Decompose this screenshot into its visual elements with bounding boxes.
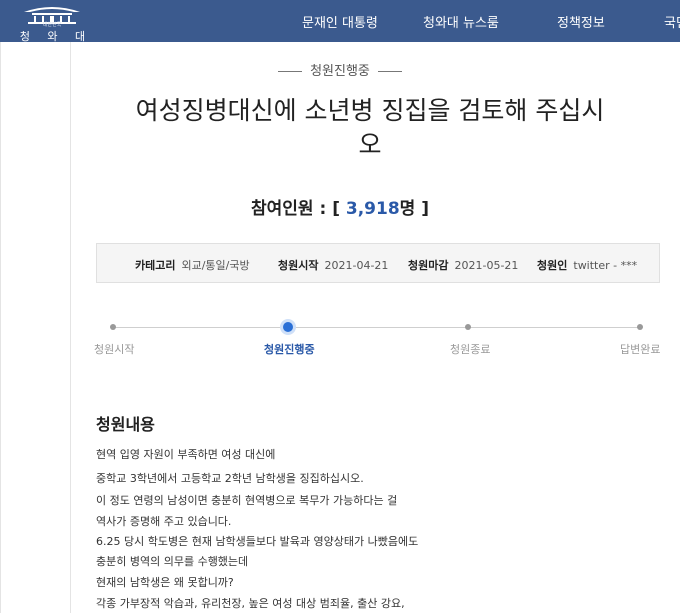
petition-title-line-1: 여성징병대신에 소년병 징집을 검토해 주십시 <box>135 96 605 125</box>
participant-count-value: 3,918 <box>345 199 400 219</box>
info-start-value: 2021-04-21 <box>324 259 389 272</box>
step-dot-answered <box>637 324 643 330</box>
petition-info-box: 카테고리 외교/통일/국방 청원시작 2021-04-21 청원마감 2021-05-… <box>96 243 660 283</box>
step-dot-ended <box>465 324 471 330</box>
info-author: 청원인 twitter - *** <box>537 257 637 273</box>
info-end-label: 청원마감 <box>408 259 449 272</box>
content-line: 충분히 병역의 의무를 수행했는데 <box>96 555 249 568</box>
logo-text: 청 와 대 <box>19 30 93 43</box>
logo[interactable]: 대한민국 청 와 대 <box>12 2 92 43</box>
info-end-value: 2021-05-21 <box>454 259 519 272</box>
nav-policy[interactable]: 정책정보 <box>557 12 605 31</box>
step-label-start: 청원시작 <box>94 343 135 356</box>
left-column-rule <box>0 42 1 613</box>
petition-status: 청원진행중 <box>0 60 680 79</box>
info-start: 청원시작 2021-04-21 <box>278 257 388 273</box>
info-category-label: 카테고리 <box>135 259 176 272</box>
petition-title-line-2: 오 <box>358 130 382 159</box>
step-label-answered: 답변완료 <box>620 343 661 356</box>
progress-track <box>113 327 641 328</box>
info-category-value: 외교/통일/국방 <box>181 259 250 272</box>
info-category: 카테고리 외교/통일/국방 <box>135 257 250 273</box>
logo-subtitle: 대한민국 <box>42 22 62 28</box>
step-label-ended: 청원종료 <box>450 343 491 356</box>
top-nav-bar: 대한민국 청 와 대 문재인 대통령 청와대 뉴스룸 정책정보 국민 <box>0 0 680 43</box>
content-line: 중학교 3학년에서 고등학교 2학년 남학생을 징집하십시오. <box>96 472 364 485</box>
info-author-label: 청원인 <box>537 259 568 272</box>
content-line: 이 정도 연령의 남성이면 충분히 현역병으로 복무가 가능하다는 걸 <box>96 494 398 507</box>
nav-people[interactable]: 국민 <box>664 12 680 31</box>
content-heading: 청원내용 <box>96 415 155 434</box>
bracket-close: ] <box>421 199 430 219</box>
content-line: 현재의 남학생은 왜 못합니까? <box>96 576 234 589</box>
info-start-label: 청원시작 <box>278 259 319 272</box>
step-dot-start <box>110 324 116 330</box>
petition-title: 여성징병대신에 소년병 징집을 검토해 주십시 오 <box>115 94 625 162</box>
step-label-in-progress: 청원진행중 <box>264 343 315 356</box>
info-end: 청원마감 2021-05-21 <box>408 257 518 273</box>
petition-status-label: 청원진행중 <box>310 64 370 79</box>
content-line: 6.25 당시 학도병은 현재 남학생들보다 발육과 영양상태가 나빴음에도 <box>96 535 419 548</box>
participant-count: 참여인원 : [ 3,918명 ] <box>0 194 680 219</box>
step-dot-in-progress <box>283 322 293 332</box>
content-line: 역사가 증명해 주고 있습니다. <box>96 515 232 528</box>
content-line: 현역 입영 자원이 부족하면 여성 대신에 <box>96 448 276 461</box>
info-author-value: twitter - *** <box>573 259 638 272</box>
participant-count-label: 참여인원 : <box>250 199 327 219</box>
divider <box>377 71 402 72</box>
bracket-open: [ <box>332 199 340 219</box>
content-line: 각종 가부장적 악습과, 유리천장, 높은 여성 대상 범죄율, 출산 강요, <box>96 597 405 610</box>
participant-count-unit: 명 <box>399 199 416 219</box>
divider <box>278 71 303 72</box>
left-column-rule-inner <box>70 42 71 613</box>
nav-newsroom[interactable]: 청와대 뉴스룸 <box>423 12 499 31</box>
nav-president[interactable]: 문재인 대통령 <box>302 12 378 31</box>
